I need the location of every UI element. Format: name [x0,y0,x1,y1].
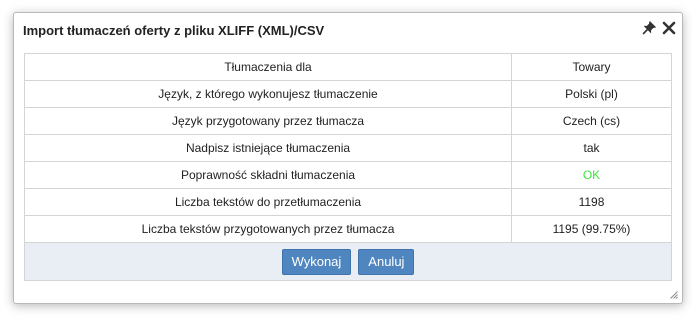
row-label: Liczba tekstów przygotowanych przez tłum… [24,215,512,243]
titlebar-icons [642,21,676,35]
row-label: Język, z którego wykonujesz tłumaczenie [24,80,512,108]
table-row: Liczba tekstów do przetłumaczenia 1198 [24,188,672,216]
row-value: tak [511,134,672,162]
table-row: Nadpisz istniejące tłumaczenia tak [24,134,672,162]
import-dialog: Import tłumaczeń oferty z pliku XLIFF (X… [13,12,683,304]
row-label: Nadpisz istniejące tłumaczenia [24,134,512,162]
dialog-content: Tłumaczenia dla Towary Język, z którego … [24,53,672,281]
row-value: Czech (cs) [511,107,672,135]
row-value: 1195 (99.75%) [511,215,672,243]
execute-button[interactable]: Wykonaj [281,248,352,275]
resize-grip-icon[interactable] [670,291,678,299]
table-row: Tłumaczenia dla Towary [24,53,672,81]
table-row: Poprawność składni tłumaczenia OK [24,161,672,189]
row-value: Polski (pl) [511,80,672,108]
row-label: Poprawność składni tłumaczenia [24,161,512,189]
dialog-titlebar[interactable]: Import tłumaczeń oferty z pliku XLIFF (X… [14,13,682,47]
syntax-status-ok: OK [511,161,672,189]
row-label: Liczba tekstów do przetłumaczenia [24,188,512,216]
table-row: Język, z którego wykonujesz tłumaczenie … [24,80,672,108]
table-row: Liczba tekstów przygotowanych przez tłum… [24,215,672,243]
row-value: 1198 [511,188,672,216]
cancel-button[interactable]: Anuluj [358,248,415,275]
button-bar: Wykonaj Anuluj [24,243,672,281]
pin-icon[interactable] [642,21,656,35]
row-label: Tłumaczenia dla [24,53,512,81]
row-label: Język przygotowany przez tłumacza [24,107,512,135]
row-value: Towary [511,53,672,81]
dialog-title: Import tłumaczeń oferty z pliku XLIFF (X… [23,22,325,38]
import-summary-table: Tłumaczenia dla Towary Język, z którego … [24,53,672,243]
table-row: Język przygotowany przez tłumacza Czech … [24,107,672,135]
close-icon[interactable] [662,21,676,35]
